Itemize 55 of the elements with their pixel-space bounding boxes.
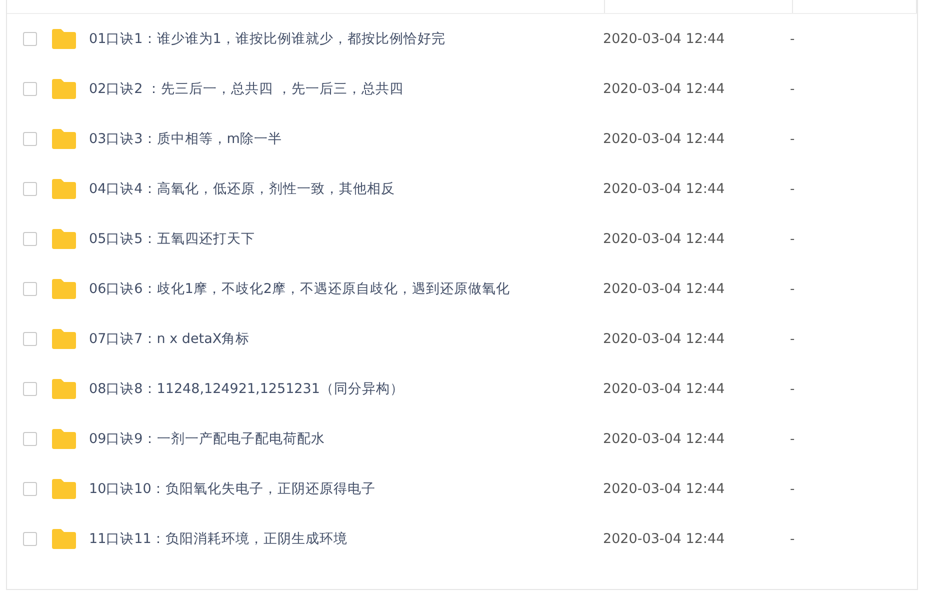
file-name[interactable]: 02口诀2 ：先三后一，总共四 ，先一后三，总共四 — [89, 80, 603, 98]
modified-date: 2020-03-04 12:44 — [603, 281, 726, 297]
file-size: - — [790, 232, 795, 246]
checkbox[interactable] — [23, 182, 37, 196]
folder-icon — [51, 128, 77, 150]
checkbox[interactable] — [23, 132, 37, 146]
checkbox[interactable] — [23, 482, 37, 496]
file-size: - — [790, 532, 795, 546]
folder-icon — [51, 328, 77, 350]
file-name[interactable]: 06口诀6：歧化1摩，不歧化2摩，不遇还原自歧化，遇到还原做氧化 — [89, 280, 603, 298]
checkbox[interactable] — [23, 382, 37, 396]
file-name[interactable]: 07口诀7：n x detaX角标 — [89, 330, 603, 348]
file-name[interactable]: 11口诀11：负阳消耗环境，正阴生成环境 — [89, 530, 603, 548]
folder-icon — [51, 28, 77, 50]
file-size: - — [790, 82, 795, 96]
modified-date: 2020-03-04 12:44 — [603, 231, 726, 247]
folder-icon — [51, 278, 77, 300]
folder-icon — [51, 78, 77, 100]
file-name[interactable]: 05口诀5：五氧四还打天下 — [89, 230, 603, 248]
modified-date: 2020-03-04 12:44 — [603, 81, 726, 97]
modified-date: 2020-03-04 12:44 — [603, 531, 726, 547]
folder-icon — [51, 528, 77, 550]
file-name[interactable]: 01口诀1：谁少谁为1，谁按比例谁就少，都按比例恰好完 — [89, 30, 603, 48]
file-name[interactable]: 03口诀3：质中相等，m除一半 — [89, 130, 603, 148]
file-name[interactable]: 09口诀9：一剂一产配电子配电荷配水 — [89, 430, 603, 448]
file-size: - — [790, 132, 795, 146]
modified-date: 2020-03-04 12:44 — [603, 481, 726, 497]
file-name[interactable]: 10口诀10：负阳氧化失电子，正阴还原得电子 — [89, 480, 603, 498]
file-size: - — [790, 482, 795, 496]
checkbox[interactable] — [23, 82, 37, 96]
file-size: - — [790, 182, 795, 196]
file-size: - — [790, 382, 795, 396]
file-name[interactable]: 08口诀8：11248,124921,1251231（同分异构） — [89, 380, 603, 398]
folder-icon — [51, 428, 77, 450]
modified-date: 2020-03-04 12:44 — [603, 31, 726, 47]
modified-date: 2020-03-04 12:44 — [603, 181, 726, 197]
modified-date: 2020-03-04 12:44 — [603, 381, 726, 397]
file-size: - — [790, 432, 795, 446]
modified-date: 2020-03-04 12:44 — [603, 431, 726, 447]
modified-date: 2020-03-04 12:44 — [603, 131, 726, 147]
checkbox[interactable] — [23, 282, 37, 296]
folder-icon — [51, 478, 77, 500]
file-size: - — [790, 332, 795, 346]
checkbox[interactable] — [23, 332, 37, 346]
folder-icon — [51, 228, 77, 250]
checkbox[interactable] — [23, 432, 37, 446]
checkbox[interactable] — [23, 532, 37, 546]
file-size: - — [790, 282, 795, 296]
modified-date: 2020-03-04 12:44 — [603, 331, 726, 347]
folder-icon — [51, 378, 77, 400]
checkbox[interactable] — [23, 32, 37, 46]
folder-icon — [51, 178, 77, 200]
file-name[interactable]: 04口诀4：高氧化，低还原，剂性一致，其他相反 — [89, 180, 603, 198]
checkbox[interactable] — [23, 232, 37, 246]
file-size: - — [790, 32, 795, 46]
